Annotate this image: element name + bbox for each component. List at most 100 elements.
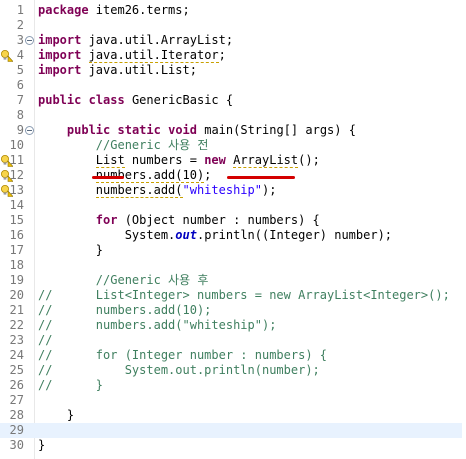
code-line[interactable]: 11 List numbers = new ArrayList();: [0, 153, 462, 168]
code-token: import: [38, 48, 82, 62]
code-token: ;: [204, 168, 212, 182]
code-text: }: [38, 243, 103, 258]
code-token: ();: [298, 153, 320, 167]
code-text: // numbers.add(10);: [38, 303, 211, 318]
code-token: public: [38, 93, 82, 107]
code-line[interactable]: 22 // numbers.add("whiteship");: [0, 318, 462, 333]
code-token: ArrayList: [233, 153, 299, 168]
fold-collapse-icon[interactable]: [25, 36, 34, 45]
code-token: //: [38, 348, 53, 362]
code-text: }: [38, 438, 45, 453]
code-line[interactable]: 2: [0, 18, 462, 33]
code-line[interactable]: 4 import java.util.Iterator;: [0, 48, 462, 63]
line-number: 1: [16, 3, 24, 17]
code-token: }: [38, 438, 46, 452]
code-line[interactable]: 7 public class GenericBasic {: [0, 93, 462, 108]
code-token: import: [38, 33, 82, 47]
line-number: 8: [16, 108, 24, 122]
code-text: // numbers.add("whiteship");: [38, 318, 276, 333]
code-text: numbers.add("whiteship");: [38, 183, 276, 198]
line-number: 25: [9, 363, 24, 377]
line-number: 30: [9, 438, 24, 452]
code-token: public: [66, 123, 111, 137]
code-token: new: [204, 153, 226, 167]
code-line[interactable]: 6: [0, 78, 462, 93]
line-number: 13: [9, 183, 24, 197]
code-token: }: [38, 408, 75, 422]
line-number: 27: [9, 393, 24, 407]
code-text: //: [38, 333, 52, 348]
code-line[interactable]: 30}: [0, 438, 462, 453]
code-text: import java.util.ArrayList;: [38, 33, 233, 48]
code-token: for (Integer number : numbers) {: [52, 348, 327, 362]
line-number: 3: [16, 33, 24, 47]
code-token: numbers =: [124, 153, 205, 167]
code-token: //: [38, 363, 53, 377]
code-text: // for (Integer number : numbers) {: [38, 348, 327, 363]
code-line[interactable]: 16 System.out.println((Integer) number);: [0, 228, 462, 243]
code-token: .println((Integer) number);: [196, 228, 393, 242]
code-line[interactable]: 23 //: [0, 333, 462, 348]
code-line[interactable]: 20 // List<Integer> numbers = new ArrayLi…: [0, 288, 462, 303]
code-line[interactable]: 1 package item26.terms;: [0, 3, 462, 18]
code-line[interactable]: 13 numbers.add("whiteship");: [0, 183, 462, 198]
code-token: java.util.Iterator: [88, 48, 219, 63]
line-number: 22: [9, 318, 24, 332]
code-line[interactable]: 5 import java.util.List;: [0, 63, 462, 78]
annotation-underline-list: [92, 176, 124, 179]
code-line[interactable]: 14: [0, 198, 462, 213]
code-line[interactable]: 9 public static void main(String[] args)…: [0, 123, 462, 138]
annotation-underline-arraylist: [227, 176, 295, 179]
line-number: 7: [16, 93, 24, 107]
code-token: System.out.println(number);: [52, 363, 320, 377]
code-token: numbers.add(10);: [52, 303, 212, 317]
code-token: System.: [38, 228, 176, 242]
code-token: List<Integer> numbers = new ArrayList<In…: [52, 288, 450, 302]
code-line[interactable]: 29: [0, 423, 462, 438]
line-number: 17: [9, 243, 24, 257]
code-text: //Generic 사용 전: [38, 138, 209, 153]
code-line[interactable]: 17 }: [0, 243, 462, 258]
code-text: public class GenericBasic {: [38, 93, 233, 108]
code-token: class: [88, 93, 125, 107]
code-token: //: [38, 303, 53, 317]
line-number: 20: [9, 288, 24, 302]
line-number: 2: [16, 18, 24, 32]
code-token: ;: [218, 48, 226, 62]
code-line[interactable]: 18: [0, 258, 462, 273]
code-line[interactable]: 8: [0, 108, 462, 123]
code-token: void: [168, 123, 197, 137]
code-line[interactable]: 26 // }: [0, 378, 462, 393]
line-number: 29: [9, 423, 24, 437]
code-line[interactable]: 15 for (Object number : numbers) {: [0, 213, 462, 228]
code-line[interactable]: 19 //Generic 사용 후: [0, 273, 462, 288]
code-token: main(String[] args) {: [197, 123, 356, 137]
code-token: //: [38, 318, 53, 332]
code-line[interactable]: 3 import java.util.ArrayList;: [0, 33, 462, 48]
code-text: }: [38, 408, 74, 423]
code-line[interactable]: 21 // numbers.add(10);: [0, 303, 462, 318]
code-line[interactable]: 27: [0, 393, 462, 408]
code-token: GenericBasic {: [124, 93, 234, 107]
code-editor[interactable]: 1 package item26.terms; 2 3 import java.util…: [0, 0, 466, 459]
code-text: numbers.add(10);: [38, 168, 211, 183]
code-line[interactable]: 24 // for (Integer number : numbers) {: [0, 348, 462, 363]
line-number: 21: [9, 303, 24, 317]
line-number: 28: [9, 408, 24, 422]
code-token: import: [38, 63, 82, 77]
code-token: //: [38, 378, 53, 392]
code-token: }: [52, 378, 104, 392]
line-number: 9: [16, 123, 24, 137]
line-number: 19: [9, 273, 24, 287]
code-text: for (Object number : numbers) {: [38, 213, 320, 228]
line-number: 10: [9, 138, 24, 152]
fold-collapse-icon[interactable]: [25, 126, 34, 135]
code-line[interactable]: 10 //Generic 사용 전: [0, 138, 462, 153]
code-token: "whiteship": [182, 183, 262, 197]
code-line[interactable]: 25 // System.out.println(number);: [0, 363, 462, 378]
code-line[interactable]: 28 }: [0, 408, 462, 423]
line-number: 11: [9, 153, 24, 167]
